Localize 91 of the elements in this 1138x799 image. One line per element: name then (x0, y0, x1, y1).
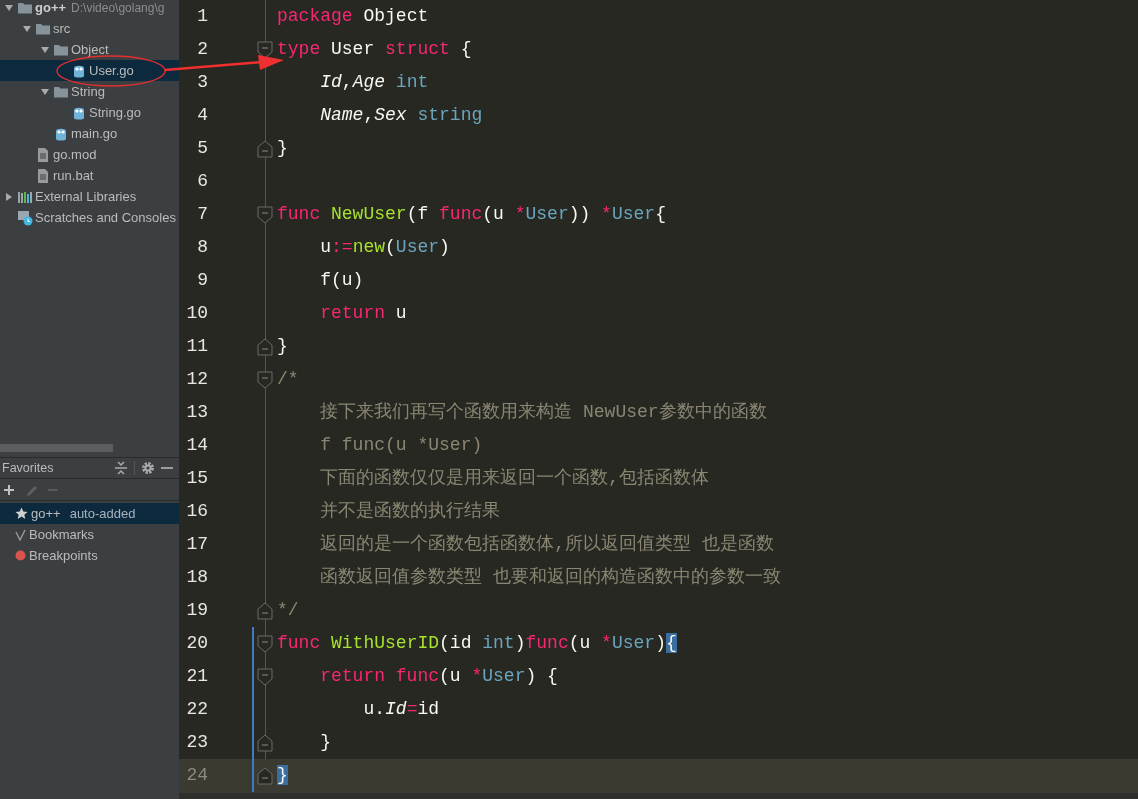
unfold-icon (257, 337, 273, 356)
fold-icon (257, 205, 273, 224)
collapse-icon[interactable] (114, 461, 128, 475)
tree-item[interactable]: src (0, 18, 179, 39)
line-number: 19 (185, 599, 208, 622)
tree-item[interactable]: go.mod (0, 144, 179, 165)
add-icon[interactable] (3, 482, 15, 497)
favorites-item[interactable]: go++ auto-added (0, 503, 179, 524)
code-line: u.Id=id (362, 698, 440, 721)
code-line: Id,Age int (319, 71, 429, 94)
unfold-icon (257, 733, 273, 752)
horizontal-scrollbar[interactable] (179, 792, 1138, 799)
fold-icon (257, 40, 273, 59)
code-line: u:=new(User) (319, 236, 450, 259)
path-label: D:\video\golang\g (71, 0, 165, 17)
file-icon (35, 146, 51, 163)
line-number: 7 (196, 203, 208, 226)
code-line: package Object (277, 5, 429, 28)
code-line: } (319, 731, 331, 754)
line-number: 22 (185, 698, 208, 721)
line-number: 17 (185, 533, 208, 556)
line-number: 15 (185, 467, 208, 490)
line-number: 6 (196, 170, 208, 193)
unfold-icon (257, 139, 273, 158)
line-number: 12 (185, 368, 208, 391)
scrollbar-thumb[interactable] (0, 444, 113, 452)
code-line: 接下来我们再写个函数用来构造 NewUser参数中的函数 (319, 401, 767, 424)
check-icon (15, 528, 26, 541)
line-number: 14 (185, 434, 208, 457)
tree-item[interactable]: Object (0, 39, 179, 60)
favorites-item[interactable]: Bookmarks (0, 524, 179, 545)
star-icon (15, 507, 28, 520)
line-number: 21 (185, 665, 208, 688)
tree-item[interactable]: run.bat (0, 165, 179, 186)
line-number: 20 (185, 632, 208, 655)
code-line: f(u) (319, 269, 364, 292)
collapsed-arrow-icon[interactable] (4, 191, 14, 202)
line-number: 11 (185, 335, 208, 358)
line-number: 18 (185, 566, 208, 589)
code-line: 函数返回值参数类型 也要和返回的构造函数中的参数一致 (319, 566, 781, 589)
line-number: 23 (185, 731, 208, 754)
code-line: func WithUserID(id int)func(u *User){ (277, 632, 677, 655)
line-number: 3 (196, 71, 208, 94)
expanded-arrow-icon[interactable] (40, 86, 50, 97)
fold-icon (257, 634, 273, 653)
tree-item[interactable]: main.go (0, 123, 179, 144)
line-number: 9 (196, 269, 208, 292)
code-line: f func(u *User) (319, 434, 483, 457)
line-number: 5 (196, 137, 208, 160)
scratch-clock-icon (17, 209, 33, 226)
code-line: return func(u *User) { (319, 665, 558, 688)
tree-item[interactable]: External Libraries (0, 186, 179, 207)
folder-icon (17, 0, 33, 16)
code-line: 下面的函数仅仅是用来返回一个函数,包括函数体 (319, 467, 709, 490)
tree-item[interactable]: Scratches and Consoles (0, 207, 179, 228)
breakpoint-dot-icon (15, 550, 26, 561)
code-line: } (277, 137, 288, 160)
line-number: 1 (196, 5, 208, 28)
code-editor[interactable] (179, 0, 1138, 799)
code-line: 并不是函数的执行结果 (319, 500, 501, 523)
line-number: 10 (185, 302, 208, 325)
line-number: 13 (185, 401, 208, 424)
tree-item[interactable]: go++ D:\video\golang\g (0, 0, 179, 18)
tree-item[interactable]: String (0, 81, 179, 102)
favorites-item[interactable]: Breakpoints (0, 545, 179, 566)
tree-item[interactable]: String.go (0, 102, 179, 123)
expanded-arrow-icon[interactable] (40, 44, 50, 55)
code-line: type User struct { (277, 38, 472, 61)
code-line: Name,Sex string (319, 104, 483, 127)
line-number: 24 (185, 764, 208, 787)
code-line: return u (319, 302, 407, 325)
fold-icon (257, 370, 273, 389)
line-number: 16 (185, 500, 208, 523)
code-line: } (277, 335, 288, 358)
expanded-arrow-icon[interactable] (4, 2, 14, 13)
code-line: /* (277, 368, 299, 391)
line-number: 4 (196, 104, 208, 127)
panel-title: Favorites (2, 459, 54, 477)
code-line: 返回的是一个函数包括函数体,所以返回值类型 也是函数 (319, 533, 774, 556)
line-number: 2 (196, 38, 208, 61)
file-icon (35, 167, 51, 184)
line-number: 8 (196, 236, 208, 259)
tree-item[interactable]: User.go (0, 60, 179, 81)
unfold-icon (257, 601, 273, 620)
code-line: */ (277, 599, 299, 622)
auto-added-note: auto-added (69, 504, 136, 523)
expanded-arrow-icon[interactable] (22, 23, 32, 34)
unfold-icon (257, 766, 273, 785)
settings-icon[interactable] (141, 461, 155, 475)
fold-icon (257, 667, 273, 686)
code-line: func NewUser(f func(u *User)) *User{ (277, 203, 666, 226)
